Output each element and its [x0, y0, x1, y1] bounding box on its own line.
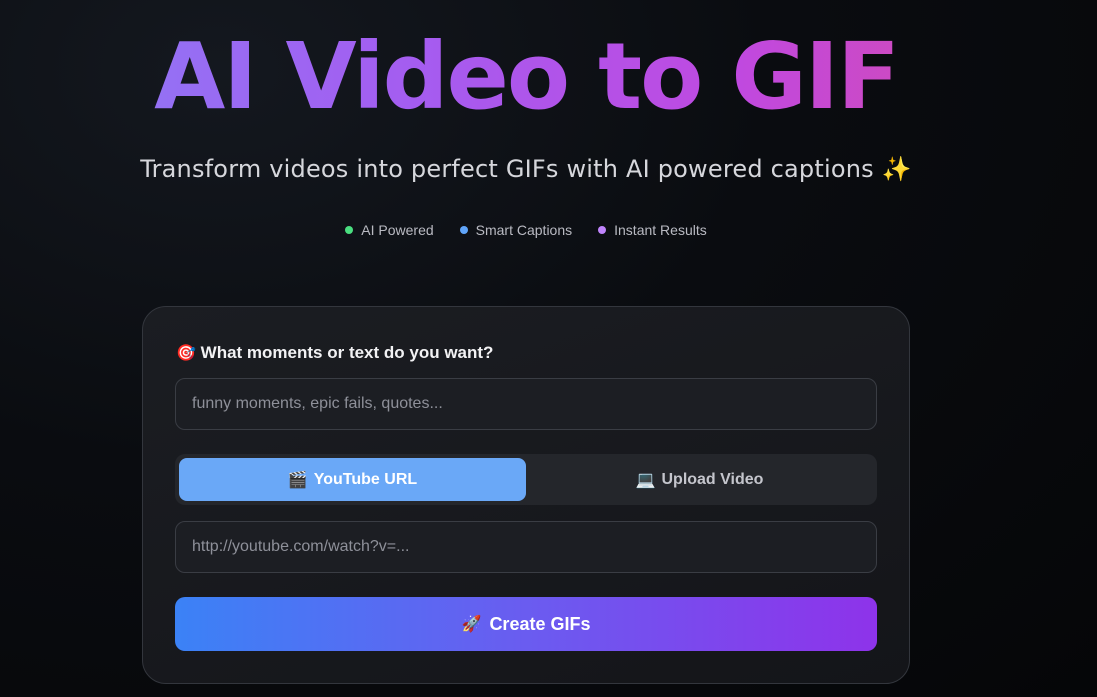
page-title: AI Video to GIF — [0, 22, 1052, 132]
feature-label: Smart Captions — [475, 222, 573, 238]
laptop-icon: 💻 — [635, 471, 656, 489]
create-gifs-button[interactable]: 🚀 Create GIFs — [175, 597, 877, 651]
tab-youtube-url[interactable]: 🎬 YouTube URL — [179, 458, 526, 501]
target-icon: 🎯 — [176, 345, 196, 362]
feature-instant-results: Instant Results — [598, 222, 707, 238]
status-dot-icon — [598, 226, 607, 234]
feature-label: AI Powered — [361, 222, 434, 238]
feature-label: Instant Results — [614, 222, 707, 238]
tab-label: YouTube URL — [313, 470, 418, 488]
prompt-label-text: What moments or text do you want? — [200, 343, 494, 362]
feature-list: AI Powered Smart Captions Instant Result… — [0, 222, 1052, 238]
status-dot-icon — [459, 226, 468, 234]
rocket-icon: 🚀 — [461, 616, 482, 633]
clapper-icon: 🎬 — [287, 471, 308, 489]
moments-input[interactable] — [175, 378, 877, 430]
gif-form-card: 🎯 What moments or text do you want? 🎬 Yo… — [142, 306, 910, 684]
page-subtitle: Transform videos into perfect GIFs with … — [140, 155, 912, 183]
tab-label: Upload Video — [661, 470, 764, 488]
prompt-label: 🎯 What moments or text do you want? — [176, 343, 493, 363]
source-tabs: 🎬 YouTube URL 💻 Upload Video — [175, 454, 877, 505]
feature-ai-powered: AI Powered — [345, 222, 434, 238]
create-gifs-label: Create GIFs — [489, 613, 591, 634]
youtube-url-input[interactable] — [175, 521, 877, 573]
tab-upload-video[interactable]: 💻 Upload Video — [526, 458, 873, 501]
feature-smart-captions: Smart Captions — [459, 222, 573, 238]
status-dot-icon — [345, 226, 354, 234]
